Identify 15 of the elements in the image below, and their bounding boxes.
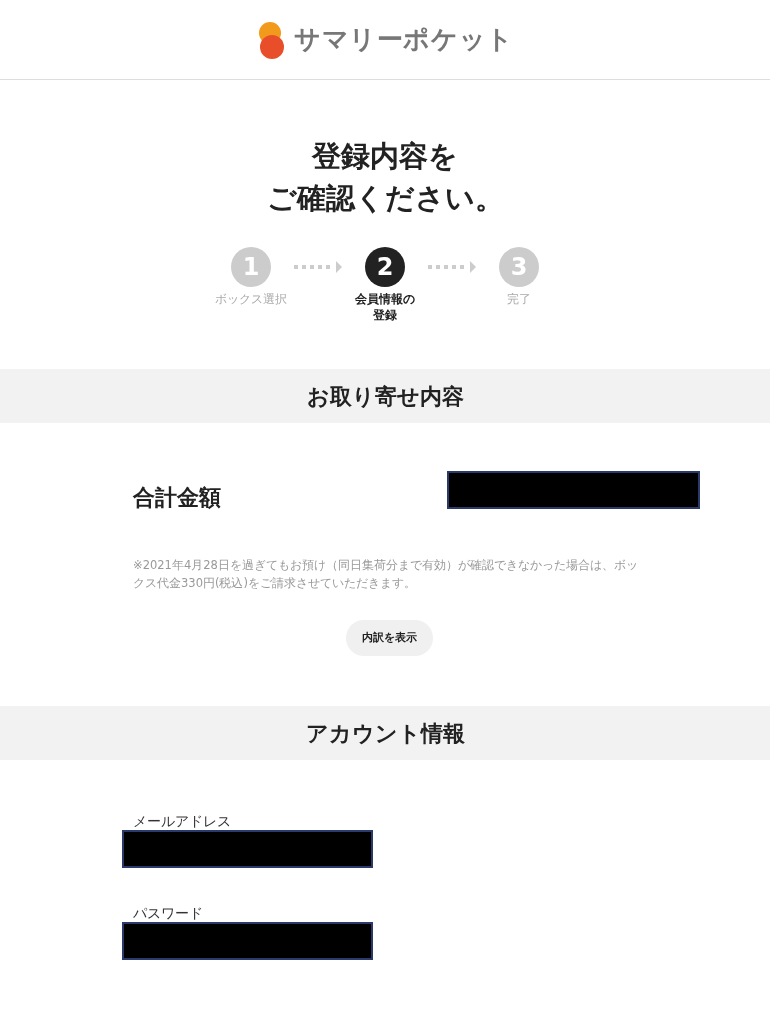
step-label: 会員情報の登録 bbox=[354, 291, 416, 323]
logo-text: サマリーポケット bbox=[293, 23, 515, 56]
page-title: ご確認ください。 bbox=[266, 180, 504, 217]
breakdown-button[interactable]: 内訳を表示 bbox=[345, 620, 433, 656]
field-label: メールアドレス bbox=[133, 812, 232, 830]
total-label: 合計金額 bbox=[133, 484, 221, 512]
section-heading: お取り寄せ内容 bbox=[0, 369, 770, 423]
note-text: ※2021年4月28日を過ぎてもお預け（同日集荷分まで有効）が確認できなかった場合は、ボックス代金330円(税込)をご請求させていただきます。 bbox=[133, 557, 639, 592]
page-title: 登録内容を bbox=[312, 138, 458, 175]
dotted-arrow-icon bbox=[428, 261, 476, 273]
field-label: パスワード bbox=[133, 904, 204, 922]
dotted-arrow-icon bbox=[294, 261, 342, 273]
section-heading: アカウント情報 bbox=[0, 706, 770, 760]
step-label: 完了 bbox=[507, 291, 531, 307]
step-label: ボックス選択 bbox=[215, 291, 287, 307]
